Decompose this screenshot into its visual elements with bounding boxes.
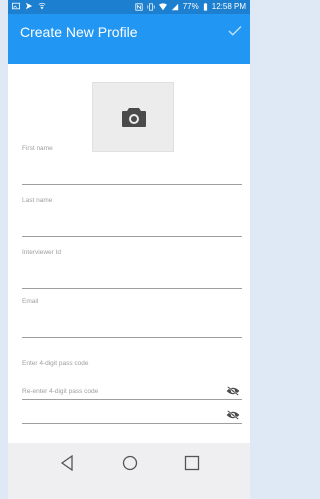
status-bar: 77% 12:58 PM <box>8 0 250 14</box>
visibility-off-icon[interactable] <box>226 410 240 420</box>
interviewer-id-underline <box>22 288 242 289</box>
vibrate-icon <box>147 2 155 11</box>
last-name-label: Last name <box>22 197 53 204</box>
cell-signal-icon <box>171 3 178 10</box>
home-icon[interactable] <box>122 455 138 471</box>
page-title: Create New Profile <box>20 24 138 40</box>
profile-photo-button[interactable] <box>92 82 174 152</box>
last-name-field[interactable]: Last name <box>22 197 242 237</box>
phone-screen: 77% 12:58 PM Create New Profile First na… <box>8 0 250 499</box>
confirm-pass-code-field[interactable]: Re-enter 4-digit pass code <box>22 384 242 424</box>
check-icon[interactable] <box>226 22 244 40</box>
confirm-pass-code-label: Re-enter 4-digit pass code <box>22 388 99 395</box>
first-name-underline <box>22 184 242 185</box>
interviewer-id-label: Interviewer Id <box>22 249 62 256</box>
app-bar: Create New Profile <box>8 14 250 64</box>
battery-percent: 77% <box>182 2 199 11</box>
image-notification-icon <box>12 2 20 10</box>
email-underline <box>22 337 242 338</box>
status-time: 12:58 PM <box>211 2 246 11</box>
pass-code-label: Enter 4-digit pass code <box>22 360 89 367</box>
navigation-bar <box>8 443 250 499</box>
nfc-icon <box>135 2 143 11</box>
wifi-signal-icon <box>158 2 167 10</box>
recents-icon[interactable] <box>184 455 200 471</box>
email-field[interactable]: Email <box>22 298 242 338</box>
camera-icon <box>122 108 146 127</box>
back-icon[interactable] <box>60 455 74 471</box>
interviewer-id-field[interactable]: Interviewer Id <box>22 249 242 289</box>
email-label: Email <box>22 298 39 305</box>
wifi-notification-icon <box>38 2 46 10</box>
send-notification-icon <box>25 2 33 10</box>
first-name-field[interactable]: First name <box>22 145 242 185</box>
last-name-underline <box>22 236 242 237</box>
confirm-pass-code-underline <box>22 423 242 424</box>
first-name-label: First name <box>22 145 53 152</box>
battery-icon <box>203 2 207 11</box>
